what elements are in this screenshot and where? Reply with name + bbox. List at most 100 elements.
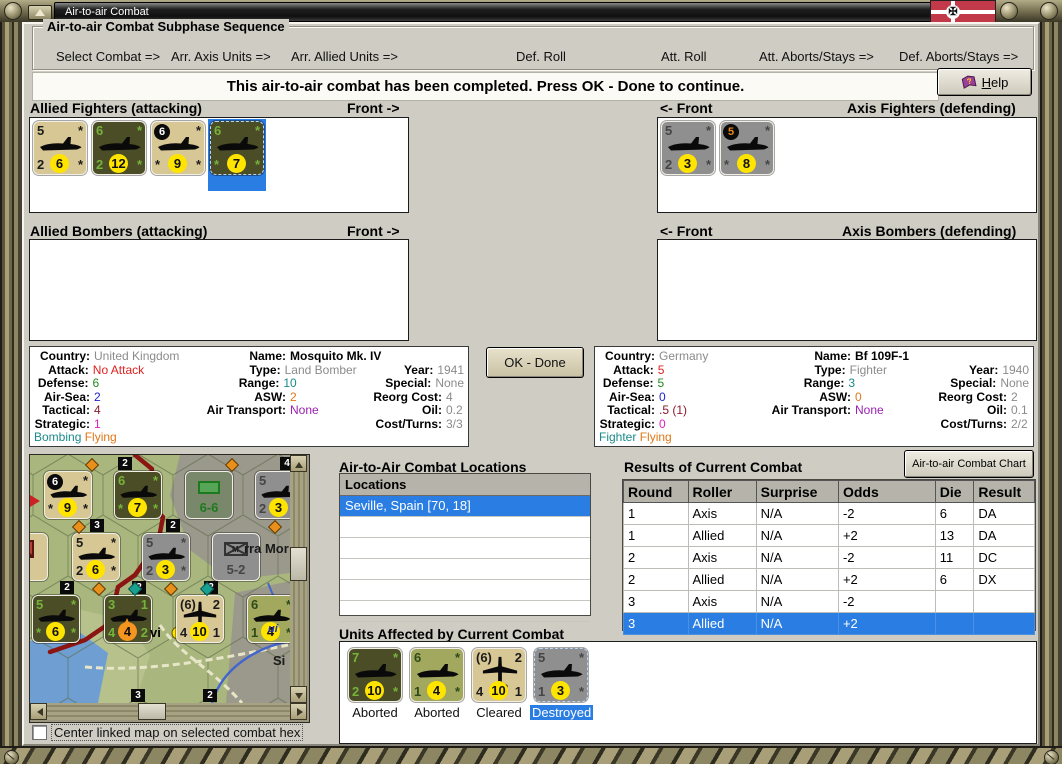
counter-bottom-left: * [48,501,54,516]
unit-counter[interactable]: (6) 2 4 10 1 [176,595,224,643]
unit-counter[interactable]: 6-6 [185,471,233,519]
counter-value-disc: 7 [128,498,147,517]
counter-bottom-left: * [118,501,124,516]
unit-counter[interactable]: -3 [30,533,48,581]
counter-bottom-left: * [36,625,42,640]
detail-field-label: Tactical: [607,403,655,418]
counter-value-disc: 6 [46,622,65,641]
detail-field-value: None [855,403,884,418]
help-button[interactable]: ? Help [937,68,1032,96]
affected-unit[interactable]: 7 * 2 10 * Aborted [344,648,406,722]
detail-field-label: Type: [249,362,281,377]
affected-unit-status: Aborted [352,705,398,720]
ok-done-button[interactable]: OK - Done [486,347,584,378]
counter-bottom-right: * [195,157,201,172]
affected-unit[interactable]: 5 * 1 3 * Destroyed [530,648,594,722]
results-row[interactable]: 3 Axis N/A -2 [623,590,1035,613]
axis-unit-detail-panel: Country: Germany Name: Bf 109F-1 Attack: 5 Typ… [594,346,1034,447]
counter-strength: -3 [30,562,47,577]
hex-control-badge: 2 [203,689,217,702]
affected-unit[interactable]: (6) 2 4 10 1 Cleared [468,648,530,722]
unit-counter[interactable]: 5*23* [142,533,190,581]
app-window: Air-to-air Combat ✠ Air-to-air Combat Su… [0,0,1062,764]
unit-counter[interactable]: 31442 [104,595,152,643]
counter-value-disc: 7 [227,154,246,173]
results-row[interactable]: 1 Allied N/A +2 13 DA [623,524,1035,547]
unit-counter[interactable]: 5 * * 8 * [720,121,774,175]
unit-counter[interactable]: 5 * 1 3 * [534,648,588,702]
counter-bottom-left: 1 [251,625,259,640]
location-row-empty[interactable] [340,580,590,601]
unit-counter[interactable]: 6*14* [247,595,290,643]
combat-chart-button[interactable]: Air-to-air Combat Chart [904,450,1034,478]
map-view[interactable]: 6**9*6**7*6-65*23*-35*26*5*23*M5-25**6*3… [30,455,290,703]
unit-counter[interactable]: 6 * * 9 * [44,471,92,519]
map-scroll-left-button[interactable] [30,703,47,720]
location-row-empty[interactable] [340,601,590,622]
subphase-step: Def. Roll [516,49,566,64]
titlebar-menu-button[interactable] [28,5,52,20]
axis-bombers-front-label: <- Front [660,223,713,239]
center-map-checkbox-row: Center linked map on selected combat hex [32,724,304,741]
unit-counter[interactable]: 5*23* [255,471,290,519]
map-place-label: vi [150,625,161,640]
map-horizontal-scrollbar[interactable] [30,703,307,720]
unit-counter[interactable]: 6 * * 7 * [210,121,264,175]
hex-control-badge: 4 [280,457,290,470]
results-cell: Axis [687,590,757,613]
detail-field-value: None [1000,376,1029,391]
results-cell: +2 [837,568,936,591]
detail-field-label: Year: [403,362,434,377]
results-cell: DA [973,524,1035,547]
map-vertical-scrollbar[interactable] [290,455,307,703]
map-hscroll-thumb[interactable] [138,703,166,720]
unit-counter[interactable]: 6 * 2 12 * [92,121,146,175]
map-scroll-down-button[interactable] [290,686,307,703]
location-row-empty[interactable] [340,559,590,580]
axis-fighters-label: Axis Fighters (defending) [847,100,1016,116]
unit-counter[interactable]: 6 * * 7 * [114,471,162,519]
results-row[interactable]: 2 Axis N/A -2 11 DC [623,546,1035,569]
unit-status-tags: Fighter Flying [599,430,672,444]
counter-bottom-right: * [110,563,116,578]
detail-field-value: Fighter [849,362,887,377]
detail-field-label: Defense: [602,376,654,391]
counter-value-disc: 3 [551,681,570,700]
unit-counter[interactable]: (6) 2 4 10 1 [472,648,526,702]
detail-field-value: 1940 [1002,362,1030,377]
detail-field-label: Oil: [422,403,442,418]
map-scroll-up-button[interactable] [290,455,307,472]
results-row[interactable]: 1 Axis N/A -2 6 DA [623,502,1035,525]
unit-counter[interactable]: 7 * 2 10 * [348,648,402,702]
results-cell: 3 [623,590,689,613]
unit-counter[interactable]: 6*14* [410,648,464,702]
unit-counter[interactable]: 5 * 2 6 * [72,533,120,581]
center-map-checkbox[interactable] [32,725,47,740]
counter-value-disc: 9 [58,498,77,517]
location-row-empty[interactable] [340,538,590,559]
counter-bottom-right: * [136,157,142,172]
results-cell: N/A [755,568,839,591]
unit-counter[interactable]: 5 * 2 6 * [33,121,87,175]
allied-fighters-front-label: Front -> [347,100,400,116]
axis-bombers-box [657,239,1037,341]
combat-dialog: Air-to-air Combat Subphase Sequence Sele… [22,19,1040,746]
location-row[interactable]: Seville, Spain [70, 18] [340,496,590,517]
results-row[interactable]: 2 Allied N/A +2 6 DX [623,568,1035,591]
map-vscroll-thumb[interactable] [290,547,307,581]
detail-field-value: 2/2 [1011,416,1028,431]
unit-counter[interactable]: 5 * * 6 * [32,595,80,643]
detail-field-label: Name: [249,349,286,363]
detail-field-label: Cost/Turns: [940,416,1007,431]
location-row-empty[interactable] [340,517,590,538]
hex-control-badge: 2 [118,457,132,470]
unit-counter[interactable]: 5*23* [661,121,715,175]
detail-field-value: No Attack [92,362,145,377]
map-scroll-right-button[interactable] [290,703,307,720]
subphase-step: Def. Aborts/Stays => [899,49,1019,64]
results-box: Round Roller Surprise Odds Die Result 1 Axis N/… [622,479,1036,635]
results-row[interactable]: 3 Allied N/A +2 [623,612,1035,635]
map-place-label: Si [273,653,286,668]
affected-unit[interactable]: 6 * 1 4 * Aborted [406,648,468,722]
unit-counter[interactable]: 6 * * 9 * [151,121,205,175]
